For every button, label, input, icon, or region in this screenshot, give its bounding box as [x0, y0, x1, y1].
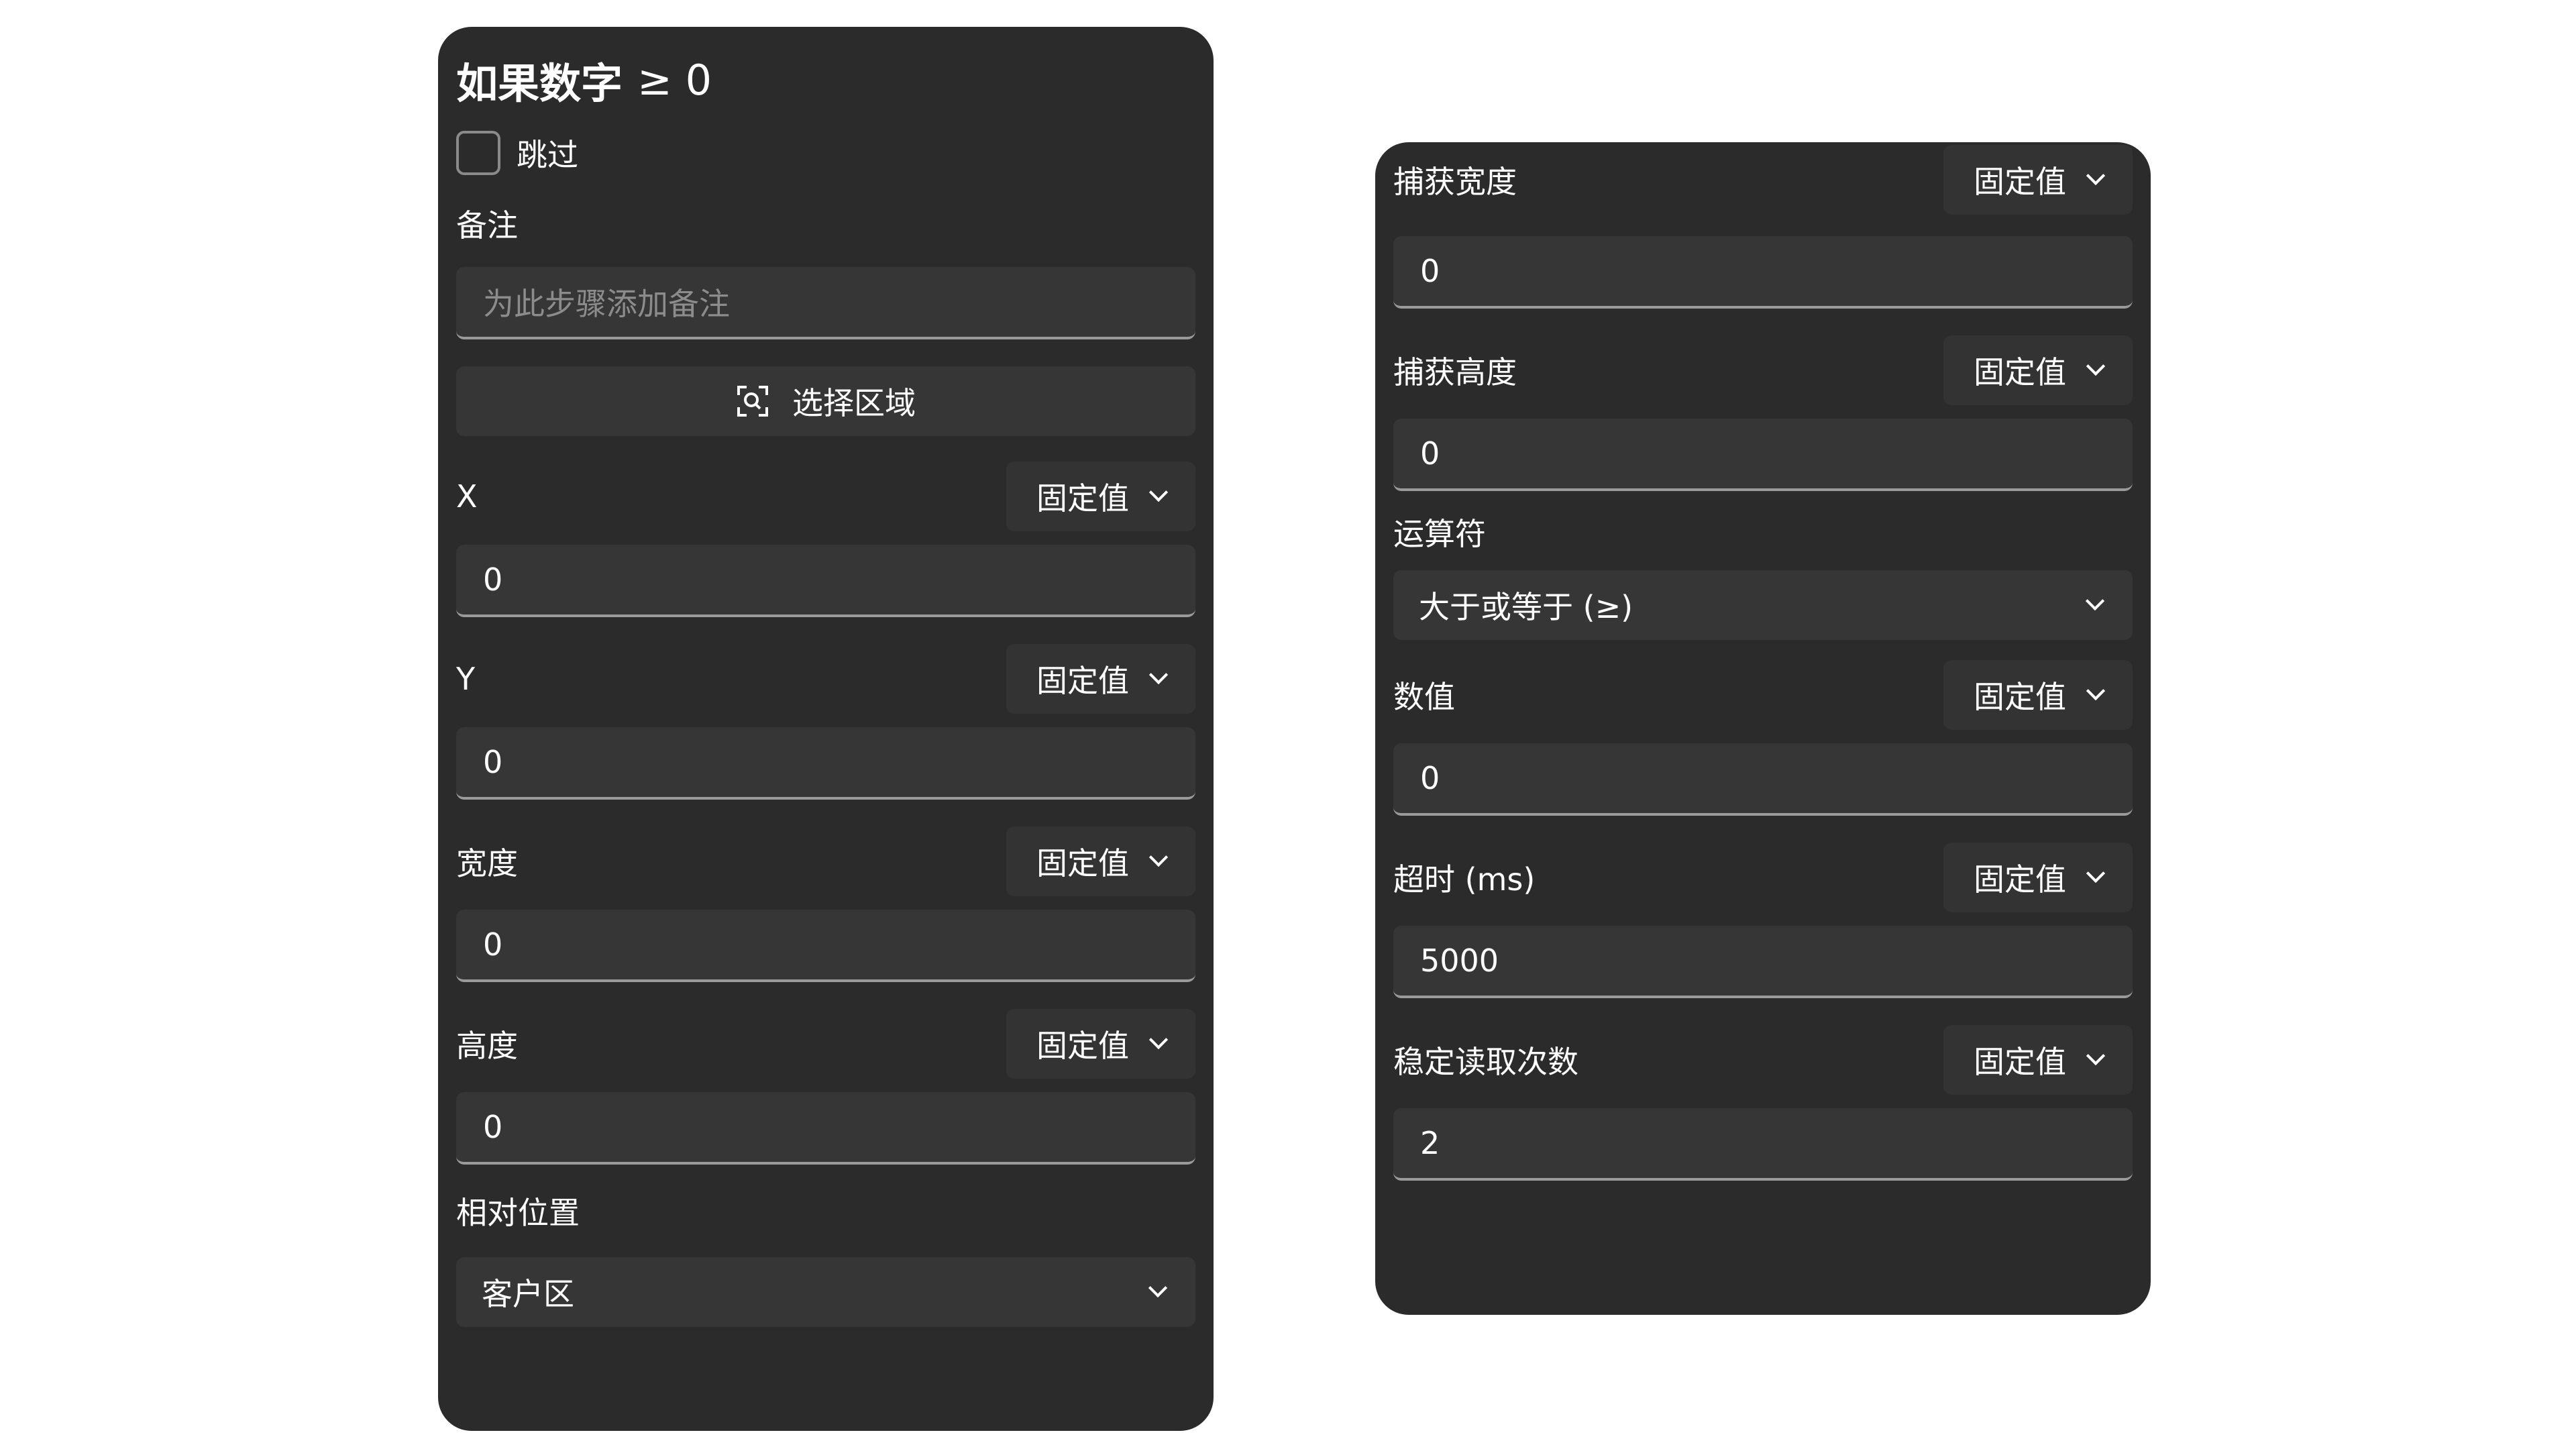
- field-timeout-input[interactable]: 5000: [1393, 926, 2133, 998]
- field-x-header: X 固定值: [456, 459, 1195, 534]
- field-stable-reads-mode-label: 固定值: [1974, 1044, 2066, 1080]
- chevron-down-icon: [2086, 863, 2106, 883]
- field-capture-width-header: 捕获宽度 固定值: [1393, 142, 2133, 217]
- field-y-header: Y 固定值: [456, 641, 1195, 716]
- field-capture-height-mode-dropdown[interactable]: 固定值: [1943, 335, 2133, 405]
- skip-label: 跳过: [517, 137, 578, 173]
- field-capture-width-mode-dropdown[interactable]: 固定值: [1943, 145, 2133, 215]
- chevron-down-icon: [1148, 847, 1169, 867]
- field-width-label: 宽度: [456, 845, 518, 881]
- step-title-text: 如果数字: [456, 59, 623, 108]
- field-timeout-label: 超时 (ms): [1393, 861, 1536, 898]
- field-value-input[interactable]: 0: [1393, 743, 2133, 816]
- chevron-down-icon: [1148, 482, 1169, 502]
- field-width-input[interactable]: 0: [456, 910, 1195, 982]
- field-stable-reads-mode-dropdown[interactable]: 固定值: [1943, 1025, 2133, 1095]
- field-height-label: 高度: [456, 1028, 518, 1064]
- field-value-header: 数值 固定值: [1393, 657, 2133, 733]
- field-capture-width-label: 捕获宽度: [1393, 164, 1517, 200]
- field-timeout-mode-label: 固定值: [1974, 861, 2066, 898]
- operator-select[interactable]: 大于或等于 (≥): [1393, 570, 2133, 640]
- field-x-mode-label: 固定值: [1036, 480, 1129, 517]
- relative-position-label-row: 相对位置: [456, 1178, 1195, 1244]
- field-timeout-mode-dropdown[interactable]: 固定值: [1943, 843, 2133, 912]
- operator-value: 大于或等于 (≥): [1419, 589, 1633, 625]
- relative-position-value: 客户区: [482, 1276, 574, 1312]
- field-width-mode-dropdown[interactable]: 固定值: [1006, 826, 1195, 896]
- field-width-mode-label: 固定值: [1036, 845, 1129, 881]
- chevron-down-icon: [1148, 1030, 1169, 1050]
- relative-position-select[interactable]: 客户区: [456, 1257, 1195, 1327]
- note-input[interactable]: 为此步骤添加备注: [456, 267, 1195, 339]
- field-value-label: 数值: [1393, 679, 1455, 715]
- chevron-down-icon: [2086, 1046, 2106, 1066]
- field-y-mode-dropdown[interactable]: 固定值: [1006, 644, 1195, 714]
- field-height-mode-dropdown[interactable]: 固定值: [1006, 1009, 1195, 1079]
- field-value-mode-dropdown[interactable]: 固定值: [1943, 660, 2133, 730]
- field-x-input[interactable]: 0: [456, 545, 1195, 617]
- relative-position-label: 相对位置: [456, 1195, 580, 1231]
- field-stable-reads-input[interactable]: 2: [1393, 1108, 2133, 1181]
- field-capture-height-input[interactable]: 0: [1393, 419, 2133, 491]
- skip-checkbox[interactable]: [456, 131, 500, 175]
- chevron-down-icon: [2086, 166, 2106, 186]
- field-y-input[interactable]: 0: [456, 727, 1195, 800]
- field-x-label: X: [456, 478, 478, 515]
- field-y-label: Y: [456, 661, 476, 697]
- field-capture-width-input[interactable]: 0: [1393, 236, 2133, 309]
- field-timeout-header: 超时 (ms) 固定值: [1393, 840, 2133, 915]
- operator-label-row: 运算符: [1393, 499, 2133, 565]
- select-region-label: 选择区域: [792, 385, 916, 421]
- skip-row[interactable]: 跳过: [456, 115, 1195, 191]
- field-x-mode-dropdown[interactable]: 固定值: [1006, 462, 1195, 531]
- select-region-button[interactable]: 选择区域: [456, 366, 1195, 436]
- field-height-input[interactable]: 0: [456, 1092, 1195, 1165]
- field-width-header: 宽度 固定值: [456, 824, 1195, 899]
- chevron-down-icon: [2086, 681, 2106, 701]
- note-label-row: 备注: [456, 191, 1195, 256]
- field-stable-reads-header: 稳定读取次数 固定值: [1393, 1022, 2133, 1097]
- screen-capture-icon: [737, 386, 768, 417]
- chevron-down-icon: [1148, 1278, 1168, 1298]
- chevron-down-icon: [2085, 591, 2105, 611]
- field-height-header: 高度 固定值: [456, 1006, 1195, 1081]
- field-capture-height-mode-label: 固定值: [1974, 354, 2066, 390]
- operator-label: 运算符: [1393, 516, 1486, 552]
- note-label: 备注: [456, 207, 518, 244]
- field-value-mode-label: 固定值: [1974, 679, 2066, 715]
- step-title: 如果数字 ≥ 0: [456, 46, 1195, 114]
- step-config-panel: 如果数字 ≥ 0 跳过 备注 为此步骤添加备注 选择区域 X 固定值 0 Y 固…: [438, 27, 1214, 1431]
- capture-config-panel: 捕获宽度 固定值 0 捕获高度 固定值 0 运算符 大于或等于 (≥) 数值 固…: [1375, 142, 2151, 1315]
- field-height-mode-label: 固定值: [1036, 1028, 1129, 1064]
- chevron-down-icon: [2086, 356, 2106, 376]
- field-capture-height-header: 捕获高度 固定值: [1393, 333, 2133, 408]
- chevron-down-icon: [1148, 665, 1169, 685]
- field-capture-width-mode-label: 固定值: [1974, 164, 2066, 200]
- field-capture-height-label: 捕获高度: [1393, 354, 1517, 390]
- field-y-mode-label: 固定值: [1036, 663, 1129, 699]
- field-stable-reads-label: 稳定读取次数: [1393, 1044, 1578, 1080]
- step-title-operator: ≥ 0: [637, 55, 712, 105]
